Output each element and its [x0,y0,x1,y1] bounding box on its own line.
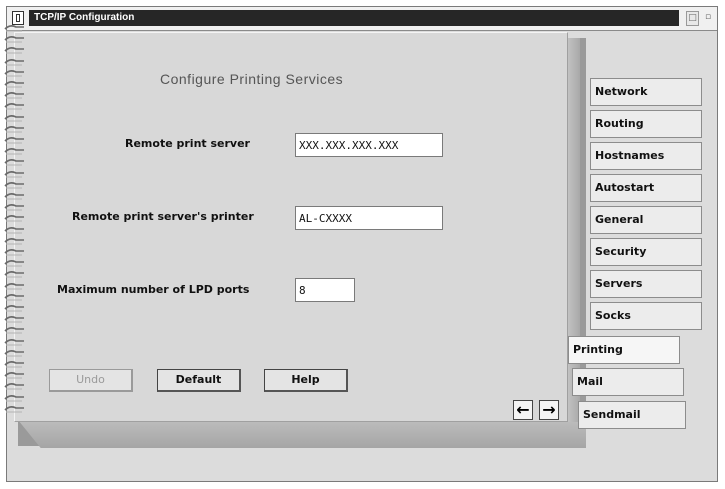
remote-printer-input[interactable] [295,206,443,230]
spiral-ring-icon [4,192,26,201]
spiral-ring-icon [4,315,26,324]
tab-autostart[interactable]: Autostart [590,174,702,202]
tab-security[interactable]: Security [590,238,702,266]
spiral-ring-icon [4,282,26,291]
spiral-ring-icon [4,338,26,347]
tab-sendmail[interactable]: Sendmail [578,401,686,429]
spiral-ring-icon [4,136,26,145]
spiral-ring-icon [4,114,26,123]
spiral-ring-icon [4,24,26,33]
tab-mail[interactable]: Mail [572,368,684,396]
spiral-ring-icon [4,259,26,268]
spiral-ring-icon [4,405,26,414]
spiral-binding [4,24,28,424]
system-menu-icon[interactable] [12,11,24,25]
spiral-ring-icon [4,69,26,78]
tab-printing[interactable]: Printing [568,336,680,364]
spiral-ring-icon [4,326,26,335]
max-lpd-ports-label: Maximum number of LPD ports [57,283,250,296]
spiral-ring-icon [4,394,26,403]
spiral-ring-icon [4,203,26,212]
previous-page-button[interactable]: ← [513,400,533,420]
restore-button[interactable]: □ [686,11,699,26]
tab-general[interactable]: General [590,206,702,234]
spiral-ring-icon [4,46,26,55]
spiral-ring-icon [4,158,26,167]
window-title: TCP/IP Configuration [29,10,679,26]
spiral-ring-icon [4,360,26,369]
notebook-bottom-edge [18,420,586,448]
remote-printer-label: Remote print server's printer [72,210,254,223]
spiral-ring-icon [4,35,26,44]
spiral-ring-icon [4,147,26,156]
spiral-ring-icon [4,214,26,223]
title-bar[interactable]: TCP/IP Configuration □ ▫ [7,7,717,31]
spiral-ring-icon [4,102,26,111]
tab-network[interactable]: Network [590,78,702,106]
spiral-ring-icon [4,170,26,179]
spiral-ring-icon [4,349,26,358]
max-lpd-ports-input[interactable] [295,278,355,302]
spiral-ring-icon [4,125,26,134]
spiral-ring-icon [4,91,26,100]
spiral-ring-icon [4,293,26,302]
spiral-ring-icon [4,382,26,391]
tab-socks[interactable]: Socks [590,302,702,330]
remote-print-server-label: Remote print server [125,137,250,150]
undo-button[interactable]: Undo [49,369,133,392]
spiral-ring-icon [4,237,26,246]
tab-routing[interactable]: Routing [590,110,702,138]
default-button[interactable]: Default [157,369,241,392]
spiral-ring-icon [4,371,26,380]
notebook-side-edge [568,38,580,422]
tab-servers[interactable]: Servers [590,270,702,298]
spiral-ring-icon [4,226,26,235]
spiral-ring-icon [4,181,26,190]
remote-print-server-input[interactable] [295,133,443,157]
spiral-ring-icon [4,270,26,279]
help-button[interactable]: Help [264,369,348,392]
spiral-ring-icon [4,304,26,313]
minimize-button[interactable]: ▫ [702,11,714,26]
tab-hostnames[interactable]: Hostnames [590,142,702,170]
next-page-button[interactable]: → [539,400,559,420]
notebook-page: Configure Printing Services Remote print… [14,32,568,422]
spiral-ring-icon [4,80,26,89]
spiral-ring-icon [4,58,26,67]
spiral-ring-icon [4,248,26,257]
page-title: Configure Printing Services [160,71,344,87]
